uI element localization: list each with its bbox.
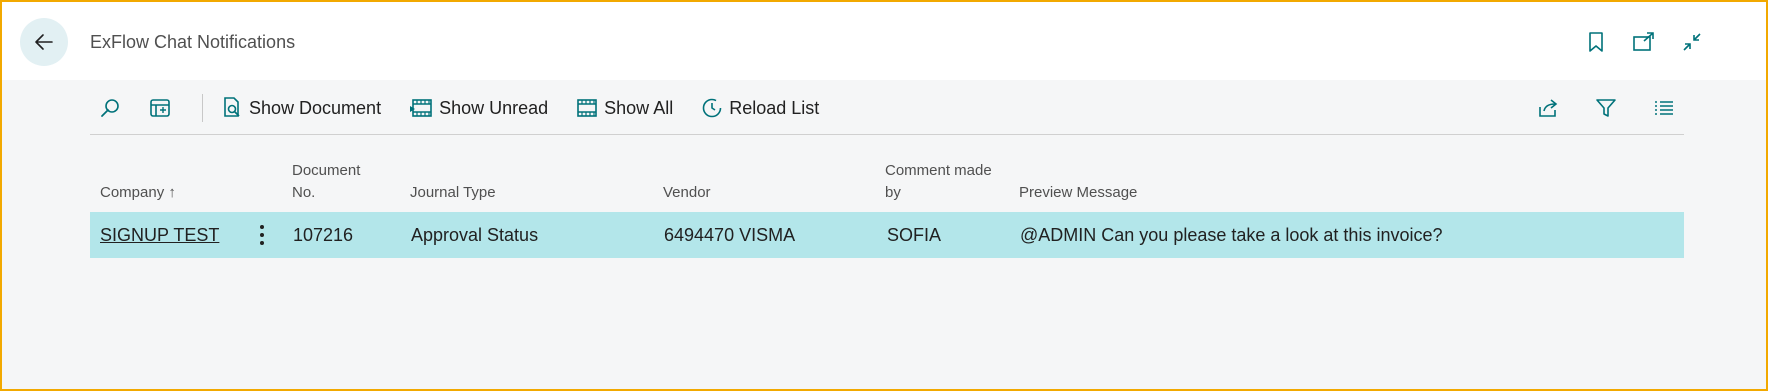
document-no-cell: 107216 [293,224,354,245]
arrow-left-icon [35,34,53,50]
vendor-cell: 6494470 VISMA [664,224,796,245]
collapse-icon [1683,33,1701,51]
open-in-new-window-icon [1633,32,1654,51]
column-header-document-no[interactable]: Document No. [292,160,360,204]
list-view-button[interactable] [1644,88,1684,128]
layout-toggle-button[interactable] [140,88,180,128]
more-vertical-icon [260,225,264,229]
layout-toggle-icon [150,99,170,117]
show-all-button[interactable]: Show All [576,88,673,128]
document-no-header-line1: Document [292,162,361,179]
filter-button[interactable] [1586,88,1626,128]
row-actions-menu[interactable] [252,220,272,250]
list-view-icon [1655,101,1673,115]
comment-by-header-line2: by [885,184,901,201]
preview-message-cell: @ADMIN Can you please take a look at thi… [1020,224,1443,245]
toolbar-divider-line [90,134,1684,135]
reload-list-label: Reload List [729,97,820,118]
show-all-label: Show All [604,97,674,118]
filter-list-icon [410,99,432,117]
action-bar: Show Document Show Unread Show All Reloa… [90,88,1684,136]
table-header: Company ↑ Document No. Journal Type Vend… [90,150,1684,210]
share-icon [1539,99,1558,117]
header-actions [1582,28,1706,56]
show-document-button[interactable]: Show Document [221,88,381,128]
collapse-button[interactable] [1678,28,1706,56]
company-header-label: Company [100,184,165,201]
show-unread-label: Show Unread [439,97,549,118]
document-no-header-line2: No. [292,184,316,201]
column-header-vendor[interactable]: Vendor [663,182,711,204]
toolbar-divider [202,94,203,122]
bookmark-button[interactable] [1582,28,1610,56]
page-title: ExFlow Chat Notifications [90,32,296,52]
search-icon [101,99,119,117]
show-document-label: Show Document [249,97,382,118]
reload-icon [702,98,722,118]
share-button[interactable] [1528,88,1568,128]
list-all-icon [577,99,597,117]
journal-type-cell: Approval Status [411,224,539,245]
page-header: ExFlow Chat Notifications [2,2,1766,80]
column-header-preview-message[interactable]: Preview Message [1019,182,1137,204]
comment-by-cell: SOFIA [887,224,942,245]
reload-list-button[interactable]: Reload List [701,88,819,128]
show-unread-button[interactable]: Show Unread [409,88,548,128]
column-header-company[interactable]: Company ↑ [100,182,176,204]
sort-ascending-icon: ↑ [168,184,176,201]
back-button[interactable] [20,18,68,66]
document-search-icon [224,97,240,117]
column-header-journal-type[interactable]: Journal Type [410,182,496,204]
search-button[interactable] [90,88,130,128]
bookmark-icon [1589,32,1603,52]
column-header-comment-made-by[interactable]: Comment made by [885,160,992,204]
open-new-window-button[interactable] [1630,28,1658,56]
company-cell[interactable]: SIGNUP TEST [100,212,219,258]
filter-icon [1596,99,1616,117]
comment-by-header-line1: Comment made [885,162,992,179]
notifications-table: Company ↑ Document No. Journal Type Vend… [90,150,1684,258]
table-row[interactable]: SIGNUP TEST 107216 Approval Status 64944… [90,212,1684,258]
